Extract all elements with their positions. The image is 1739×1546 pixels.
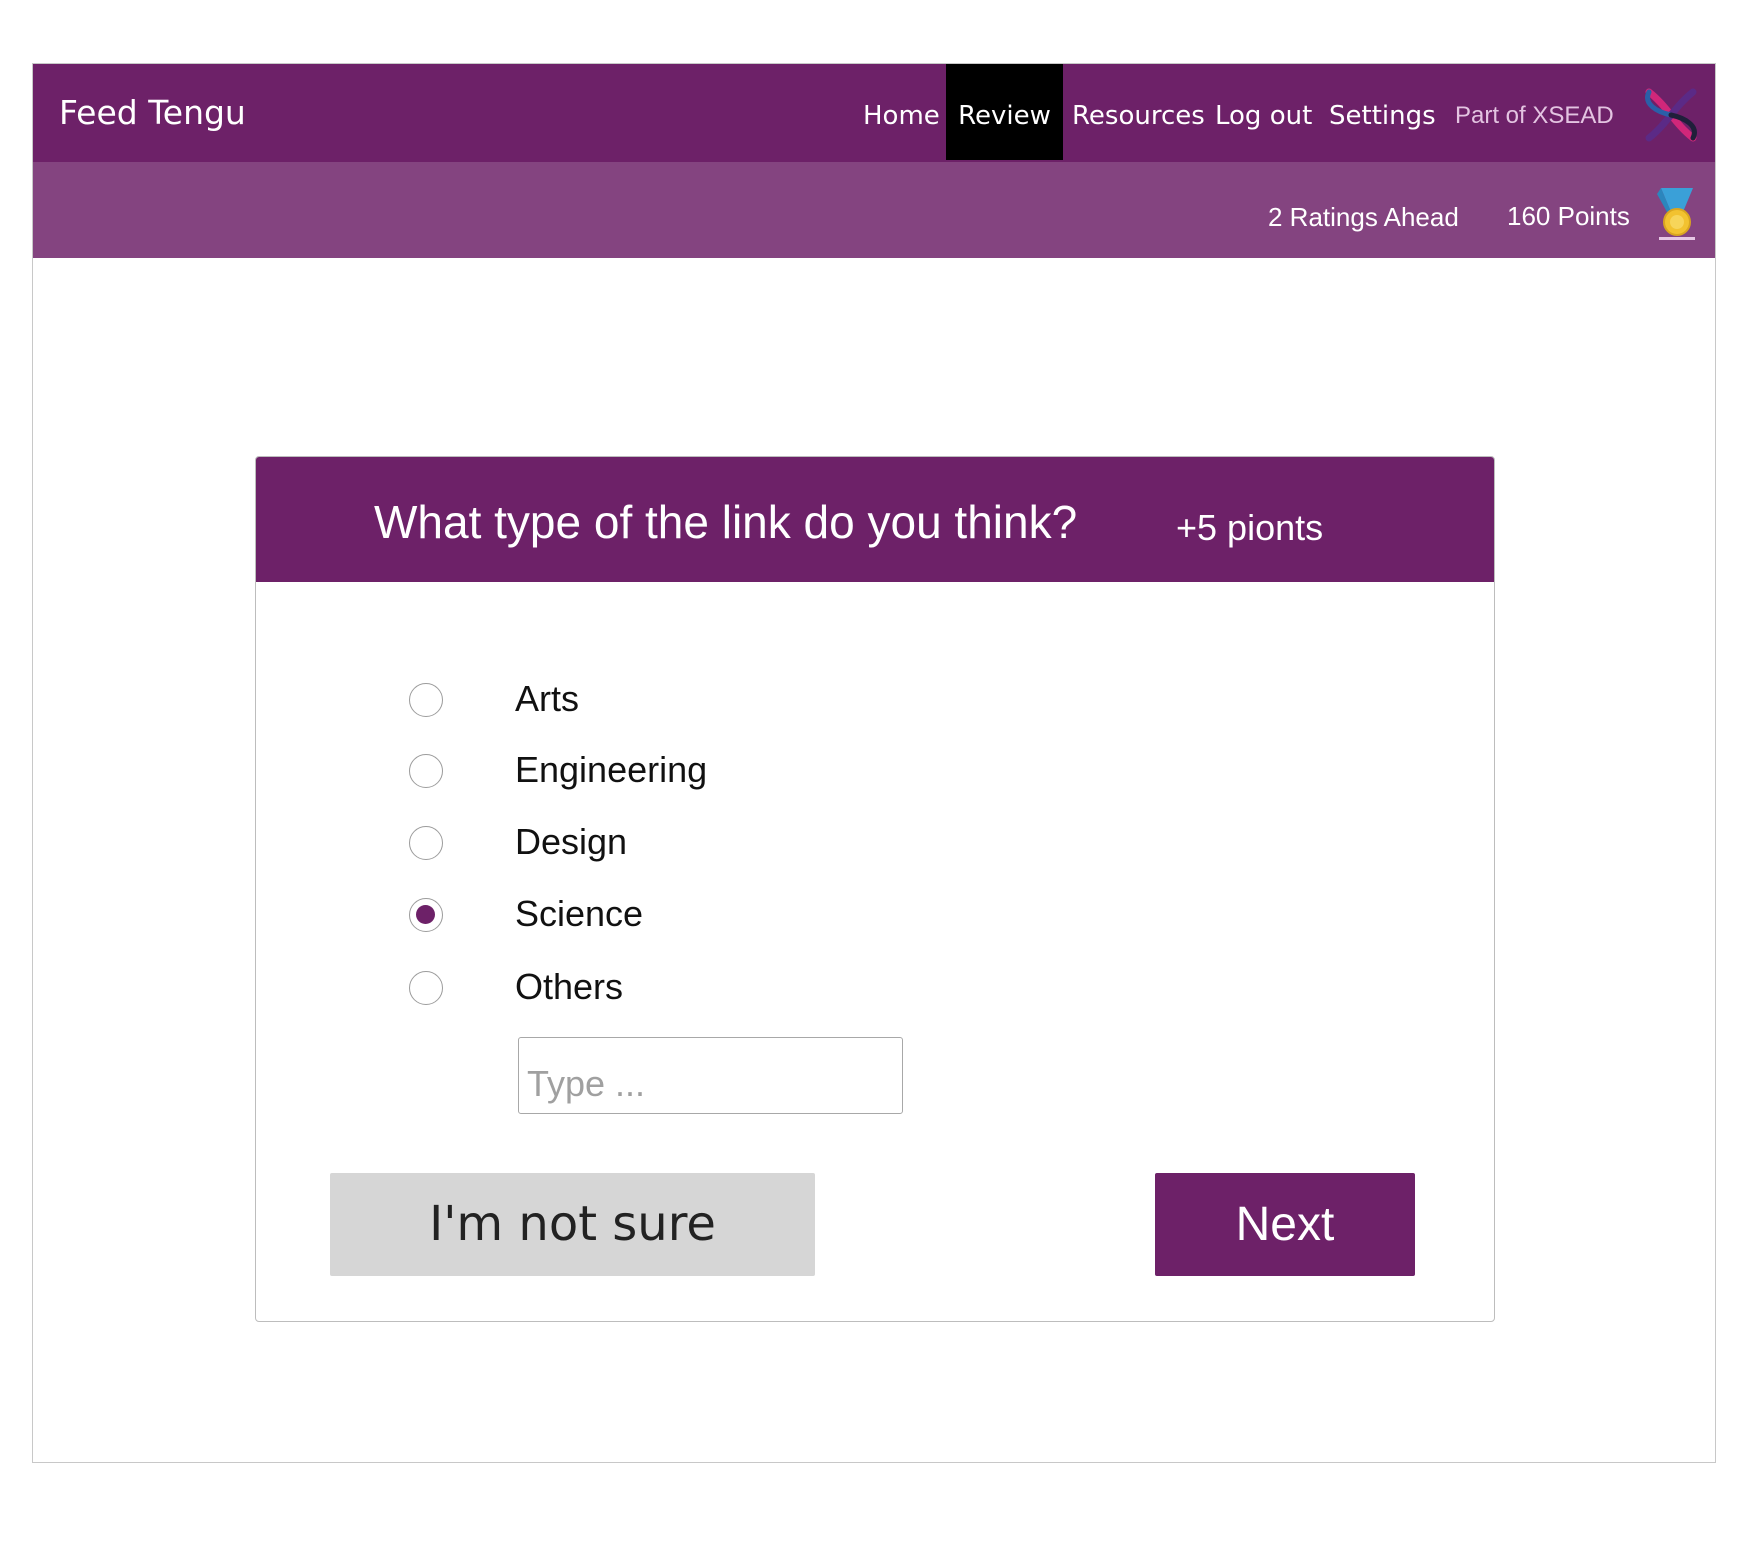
option-science[interactable]: Science	[409, 894, 1009, 938]
status-bar: 2 Ratings Ahead 160 Points	[33, 162, 1715, 258]
option-design[interactable]: Design	[409, 822, 1009, 866]
question-header: What type of the link do you think? +5 p…	[256, 457, 1494, 582]
option-label: Others	[515, 966, 624, 1007]
radio-design[interactable]	[409, 826, 443, 860]
next-button[interactable]: Next	[1155, 1173, 1415, 1276]
question-card: What type of the link do you think? +5 p…	[255, 456, 1495, 1322]
medal-icon	[1657, 188, 1695, 240]
question-text: What type of the link do you think?	[374, 496, 1078, 548]
option-label: Engineering	[515, 749, 708, 790]
xsead-logo-icon[interactable]	[1641, 84, 1701, 146]
option-label: Arts	[515, 678, 580, 719]
option-label: Science	[515, 893, 644, 934]
nav-logout[interactable]: Log out	[1215, 64, 1312, 162]
app-title[interactable]: Feed Tengu	[59, 64, 246, 162]
nav-settings[interactable]: Settings	[1329, 64, 1436, 162]
option-arts[interactable]: Arts	[409, 679, 1009, 723]
other-type-input[interactable]	[518, 1037, 903, 1114]
option-label: Design	[515, 821, 628, 862]
nav-resources[interactable]: Resources	[1072, 64, 1205, 162]
nav-review[interactable]: Review	[946, 64, 1063, 160]
nav-home[interactable]: Home	[863, 64, 940, 162]
points-count: 160 Points	[1507, 201, 1630, 231]
part-of-xsead[interactable]: Part of XSEAD	[1455, 64, 1614, 168]
ratings-ahead: 2 Ratings Ahead	[1268, 202, 1459, 232]
radio-others[interactable]	[409, 971, 443, 1005]
reward-points: +5 pionts	[1176, 507, 1324, 548]
top-navbar: Feed Tengu Home Review Resources Log out…	[33, 64, 1715, 162]
option-engineering[interactable]: Engineering	[409, 750, 1009, 794]
app-frame: Feed Tengu Home Review Resources Log out…	[32, 63, 1716, 1463]
radio-arts[interactable]	[409, 683, 443, 717]
not-sure-button[interactable]: I'm not sure	[330, 1173, 815, 1276]
radio-engineering[interactable]	[409, 754, 443, 788]
radio-science[interactable]	[409, 898, 443, 932]
option-others[interactable]: Others	[409, 967, 1009, 1011]
